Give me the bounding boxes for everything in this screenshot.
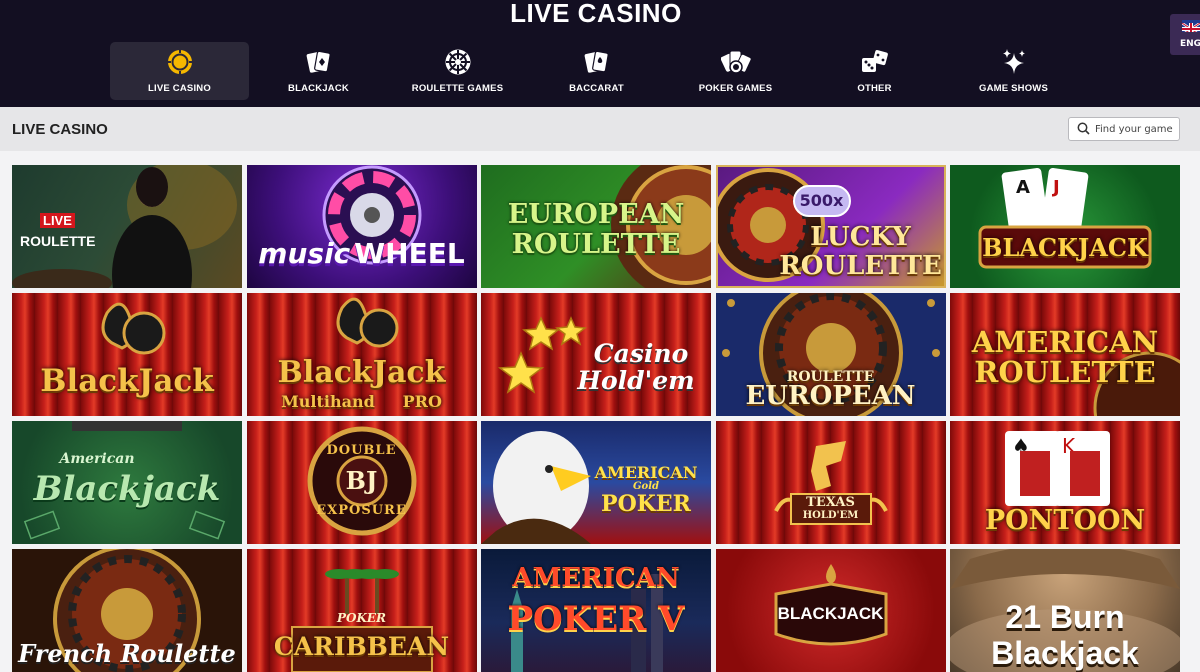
- nav-item-roulette-games[interactable]: ROULETTE GAMES: [388, 42, 527, 100]
- game-tile[interactable]: BLACKJACK: [715, 549, 946, 672]
- game-tile[interactable]: AMERICAN POKER V: [481, 549, 711, 672]
- nav-label: BACCARAT: [569, 83, 624, 94]
- game-tile[interactable]: 500x LUCKY ROULETTE: [715, 165, 946, 288]
- chip-icon: [165, 47, 195, 77]
- tile-art: [773, 441, 888, 525]
- multiplier-badge: 500x: [792, 185, 851, 217]
- title-part: WHEEL: [354, 237, 465, 270]
- game-tile[interactable]: Casino Hold'em: [481, 293, 711, 416]
- game-title-line2: HOLD'EM: [802, 510, 859, 521]
- baccarat-cards-icon: [582, 47, 612, 77]
- game-title: music WHEEL: [247, 237, 477, 270]
- game-title-line1: AMERICAN: [594, 463, 698, 482]
- game-title: French Roulette: [18, 639, 236, 668]
- game-tile[interactable]: ROULETTE EUROPEAN: [715, 293, 946, 416]
- game-tile[interactable]: EUROPEAN ROULETTE: [481, 165, 711, 288]
- game-tile[interactable]: BlackJack: [12, 293, 242, 416]
- game-tile[interactable]: AMERICAN ROULETTE: [950, 293, 1180, 416]
- game-tile[interactable]: LIVE ROULETTE: [12, 165, 242, 288]
- game-tile[interactable]: TEXAS HOLD'EM: [715, 421, 946, 544]
- title-part: music: [258, 237, 351, 270]
- game-title-line2: Multihand PRO: [281, 392, 442, 411]
- game-title-line1: AMERICAN: [512, 563, 680, 593]
- top-header: LIVE CASINO LIVE CASINO BLACKJACK ROULET…: [0, 0, 1200, 107]
- game-title-line1: Casino: [593, 339, 689, 368]
- cards-icon: [304, 47, 334, 77]
- nav-label: OTHER: [857, 83, 892, 94]
- game-title: PONTOON: [984, 505, 1146, 536]
- game-title-line1: TEXAS: [806, 495, 855, 510]
- game-title-line1: POKER: [336, 611, 387, 625]
- nav-label: POKER GAMES: [698, 83, 773, 94]
- game-tile[interactable]: American Blackjack: [12, 421, 242, 544]
- game-title-line2: ROULETTE: [974, 355, 1156, 389]
- game-title-line1: EUROPEAN: [507, 199, 685, 230]
- tile-art: AJ: [978, 168, 1152, 269]
- game-tile[interactable]: French Roulette: [12, 549, 242, 672]
- bj-badge: BJ: [345, 466, 378, 495]
- game-tile[interactable]: DOUBLE BJ EXPOSURE: [246, 421, 477, 544]
- nav-label: GAME SHOWS: [978, 83, 1049, 94]
- section-header: LIVE CASINO: [0, 107, 1200, 151]
- language-code: ENG: [1180, 39, 1200, 49]
- nav-item-other[interactable]: OTHER: [805, 42, 944, 100]
- nav-label: LIVE CASINO: [148, 83, 211, 94]
- nav-item-blackjack[interactable]: BLACKJACK: [249, 42, 388, 100]
- game-title-line2: Blackjack: [991, 635, 1139, 671]
- game-title: ROULETTE: [20, 233, 96, 249]
- game-title-line2: ROULETTE: [511, 229, 681, 260]
- game-title-line1: American: [59, 451, 135, 467]
- game-title: BLACKJACK: [777, 604, 884, 623]
- game-title-line1: BlackJack: [277, 355, 446, 390]
- game-tile[interactable]: ♠ K PONTOON: [950, 421, 1180, 544]
- game-title-line1: 21 Burn: [1005, 599, 1125, 635]
- language-selector[interactable]: ENG: [1170, 14, 1200, 55]
- game-tile[interactable]: AJ BLACKJACK: [950, 165, 1180, 288]
- games-grid: LIVE ROULETTE music WHEEL EUROPEAN ROULET…: [12, 165, 1180, 672]
- game-title-line2: Hold'em: [577, 366, 695, 395]
- game-tile[interactable]: POKER CARIBBEAN: [246, 549, 477, 672]
- dice-icon: [860, 47, 890, 77]
- svg-text:A: A: [1016, 177, 1030, 198]
- search-icon: [1077, 120, 1090, 139]
- nav-label: BLACKJACK: [288, 83, 349, 94]
- roulette-icon: [443, 47, 473, 77]
- game-title: BLACKJACK: [982, 233, 1148, 262]
- search-input[interactable]: [1095, 123, 1179, 135]
- game-title-line2: EUROPEAN: [745, 381, 916, 411]
- game-title-line2: Blackjack: [33, 469, 221, 509]
- game-title-line3: POKER: [601, 491, 691, 517]
- game-title-line2: EXPOSURE: [316, 503, 407, 518]
- nav-item-game-shows[interactable]: GAME SHOWS: [944, 42, 1083, 100]
- game-title-line1: DOUBLE: [326, 443, 397, 458]
- game-title-line2: ROULETTE: [779, 251, 942, 281]
- sparkles-icon: [999, 47, 1029, 77]
- nav-item-baccarat[interactable]: BACCARAT: [527, 42, 666, 100]
- game-search[interactable]: [1068, 117, 1180, 141]
- game-title-line1: AMERICAN: [971, 325, 1159, 359]
- page-title: LIVE CASINO: [510, 0, 682, 28]
- game-title: BlackJack: [40, 363, 214, 399]
- game-tile[interactable]: AMERICAN Gold POKER: [481, 421, 711, 544]
- live-badge: LIVE: [40, 213, 75, 228]
- section-title: LIVE CASINO: [12, 121, 108, 138]
- nav-item-poker-games[interactable]: POKER GAMES: [666, 42, 805, 100]
- game-title-line1: LUCKY: [810, 222, 911, 252]
- game-tile[interactable]: 21 Burn Blackjack: [950, 549, 1180, 672]
- nav-item-live-casino[interactable]: LIVE CASINO: [110, 42, 249, 100]
- game-tile[interactable]: BlackJack Multihand PRO: [246, 293, 477, 416]
- uk-flag-icon: [1182, 20, 1200, 32]
- category-nav: LIVE CASINO BLACKJACK ROULETTE GAMES BAC…: [110, 42, 1083, 100]
- svg-text:J: J: [1051, 177, 1060, 198]
- game-title-line2: POKER V: [507, 599, 685, 639]
- game-title-line2: CARIBBEAN: [273, 632, 450, 661]
- poker-icon: [720, 47, 751, 77]
- game-tile[interactable]: music WHEEL: [246, 165, 477, 288]
- nav-label: ROULETTE GAMES: [411, 83, 504, 94]
